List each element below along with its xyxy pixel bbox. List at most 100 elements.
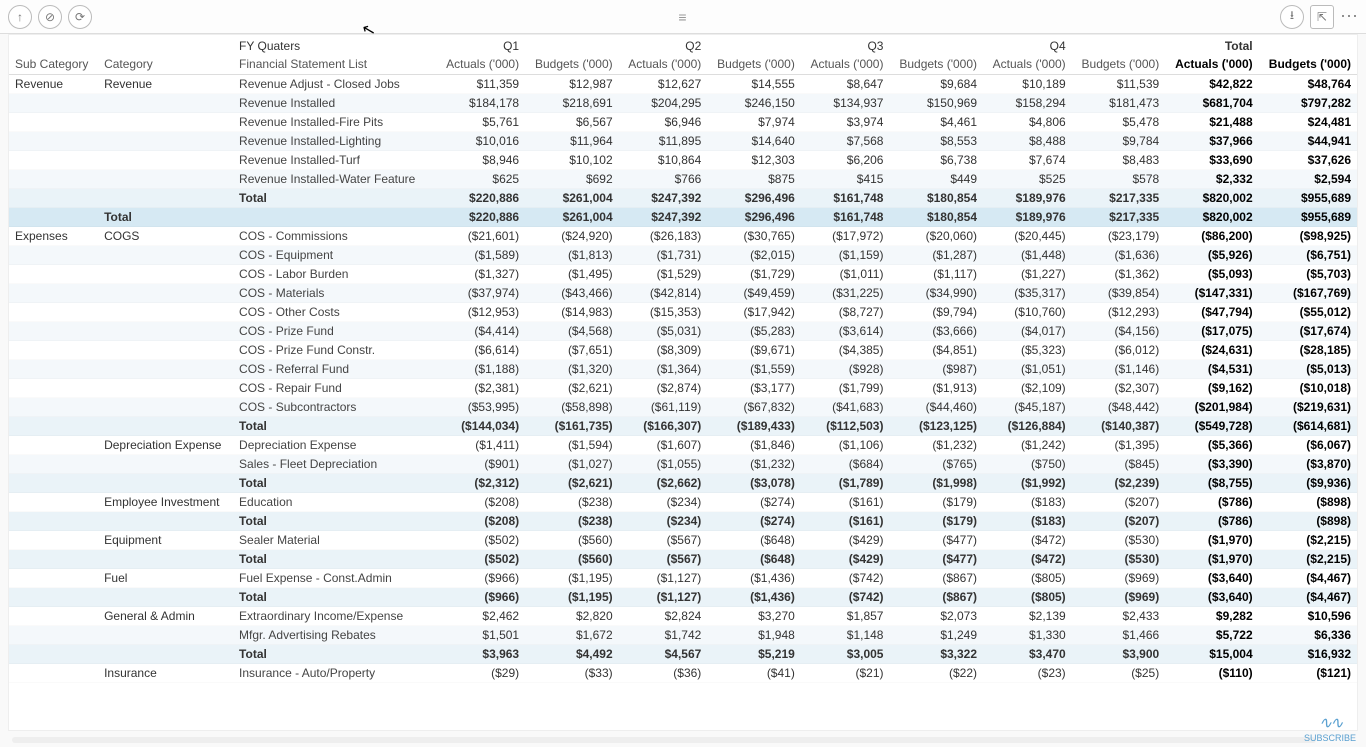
table-row[interactable]: Revenue Installed-Lighting$10,016$11,964… — [9, 132, 1357, 151]
value-cell: $1,466 — [1072, 626, 1166, 645]
value-cell: $1,948 — [707, 626, 801, 645]
value-cell: ($274) — [707, 493, 801, 512]
category-total-row[interactable]: Total($966)($1,195)($1,127)($1,436)($742… — [9, 588, 1357, 607]
value-cell: ($1,913) — [889, 379, 983, 398]
q3-label: Q3 — [801, 35, 890, 55]
refresh-icon[interactable]: ⟳ — [68, 5, 92, 29]
value-cell: $955,689 — [1259, 189, 1357, 208]
value-cell: ($805) — [983, 569, 1072, 588]
more-icon[interactable]: ⋯ — [1340, 6, 1358, 27]
total-label-cell: Total — [233, 189, 436, 208]
value-cell: ($42,814) — [619, 284, 708, 303]
table-row[interactable]: Depreciation ExpenseDepreciation Expense… — [9, 436, 1357, 455]
value-cell: ($25) — [1072, 664, 1166, 683]
table-row[interactable]: Revenue Installed-Turf$8,946$10,102$10,8… — [9, 151, 1357, 170]
category-cell — [98, 303, 233, 322]
table-row[interactable]: Revenue Installed-Fire Pits$5,761$6,567$… — [9, 113, 1357, 132]
table-row[interactable]: Revenue Installed$184,178$218,691$204,29… — [9, 94, 1357, 113]
download-icon[interactable]: ⭳ — [1280, 5, 1304, 29]
value-cell: ($167,769) — [1259, 284, 1357, 303]
category-cell — [98, 322, 233, 341]
total-label-cell: Total — [98, 208, 233, 227]
col-q1-budgets[interactable]: Budgets ('000) — [525, 55, 619, 75]
value-cell: ($41) — [707, 664, 801, 683]
table-row[interactable]: EquipmentSealer Material($502)($560)($56… — [9, 531, 1357, 550]
table-row[interactable]: General & AdminExtraordinary Income/Expe… — [9, 607, 1357, 626]
back-icon[interactable]: ⊘ — [38, 5, 62, 29]
value-cell: ($5,031) — [619, 322, 708, 341]
table-row[interactable]: COS - Subcontractors($53,995)($58,898)($… — [9, 398, 1357, 417]
drag-handle-icon[interactable]: ≡ — [678, 9, 687, 25]
value-cell: $4,567 — [619, 645, 708, 664]
up-icon[interactable]: ↑ — [8, 5, 32, 29]
table-row[interactable]: Mfgr. Advertising Rebates$1,501$1,672$1,… — [9, 626, 1357, 645]
table-row[interactable]: Employee InvestmentEducation($208)($238)… — [9, 493, 1357, 512]
table-row[interactable]: COS - Labor Burden($1,327)($1,495)($1,52… — [9, 265, 1357, 284]
col-q4-budgets[interactable]: Budgets ('000) — [1072, 55, 1166, 75]
category-total-row[interactable]: Total($144,034)($161,735)($166,307)($189… — [9, 417, 1357, 436]
table-row[interactable]: InsuranceInsurance - Auto/Property($29)(… — [9, 664, 1357, 683]
col-category[interactable]: Category — [98, 55, 233, 75]
table-row[interactable]: COS - Prize Fund($4,414)($4,568)($5,031)… — [9, 322, 1357, 341]
col-q4-actuals[interactable]: Actuals ('000) — [983, 55, 1072, 75]
value-cell: ($112,503) — [801, 417, 890, 436]
table-row[interactable]: COS - Repair Fund($2,381)($2,621)($2,874… — [9, 379, 1357, 398]
value-cell: ($4,017) — [983, 322, 1072, 341]
value-cell: ($1,495) — [525, 265, 619, 284]
subscribe-badge[interactable]: ∿∿ SUBSCRIBE — [1304, 713, 1356, 743]
value-cell: $2,073 — [889, 607, 983, 626]
value-cell: $3,322 — [889, 645, 983, 664]
table-row[interactable]: COS - Prize Fund Constr.($6,614)($7,651)… — [9, 341, 1357, 360]
report-viewport[interactable]: FY Quaters Q1 Q2 Q3 Q4 Total Sub Categor… — [8, 34, 1358, 731]
col-sub-category[interactable]: Sub Category — [9, 55, 98, 75]
line-item-cell: COS - Other Costs — [233, 303, 436, 322]
value-cell: ($1,799) — [801, 379, 890, 398]
q2-label: Q2 — [619, 35, 708, 55]
category-total-row[interactable]: Total$220,886$261,004$247,392$296,496$16… — [9, 189, 1357, 208]
value-cell: $8,647 — [801, 75, 890, 94]
value-cell: ($477) — [889, 531, 983, 550]
q1-label: Q1 — [436, 35, 525, 55]
sub-category-cell — [9, 360, 98, 379]
value-cell: $2,594 — [1259, 170, 1357, 189]
value-cell: ($567) — [619, 531, 708, 550]
value-cell: $3,900 — [1072, 645, 1166, 664]
col-q1-actuals[interactable]: Actuals ('000) — [436, 55, 525, 75]
col-total-budgets[interactable]: Budgets ('000) — [1259, 55, 1357, 75]
table-row[interactable]: RevenueRevenueRevenue Adjust - Closed Jo… — [9, 75, 1357, 94]
table-row[interactable]: FuelFuel Expense - Const.Admin($966)($1,… — [9, 569, 1357, 588]
table-row[interactable]: COS - Referral Fund($1,188)($1,320)($1,3… — [9, 360, 1357, 379]
col-q3-actuals[interactable]: Actuals ('000) — [801, 55, 890, 75]
col-q2-actuals[interactable]: Actuals ('000) — [619, 55, 708, 75]
table-row[interactable]: Sales - Fleet Depreciation($901)($1,027)… — [9, 455, 1357, 474]
col-q2-budgets[interactable]: Budgets ('000) — [707, 55, 801, 75]
value-cell: ($1,970) — [1165, 550, 1258, 569]
category-total-row[interactable]: Total($208)($238)($234)($274)($161)($179… — [9, 512, 1357, 531]
table-row[interactable]: COS - Other Costs($12,953)($14,983)($15,… — [9, 303, 1357, 322]
value-cell: $12,303 — [707, 151, 801, 170]
category-total-row[interactable]: Total($2,312)($2,621)($2,662)($3,078)($1… — [9, 474, 1357, 493]
value-cell: ($3,870) — [1259, 455, 1357, 474]
popout-icon[interactable]: ⇱ — [1310, 5, 1334, 29]
table-row[interactable]: COS - Materials($37,974)($43,466)($42,81… — [9, 284, 1357, 303]
value-cell: $5,478 — [1072, 113, 1166, 132]
sub-total-row[interactable]: Total$220,886$261,004$247,392$296,496$16… — [9, 208, 1357, 227]
value-cell: ($477) — [889, 550, 983, 569]
category-total-row[interactable]: Total$3,963$4,492$4,567$5,219$3,005$3,32… — [9, 645, 1357, 664]
value-cell: ($4,531) — [1165, 360, 1258, 379]
col-q3-budgets[interactable]: Budgets ('000) — [889, 55, 983, 75]
value-cell: ($208) — [436, 512, 525, 531]
table-row[interactable]: Revenue Installed-Water Feature$625$692$… — [9, 170, 1357, 189]
col-financial-list[interactable]: Financial Statement List — [233, 55, 436, 75]
category-cell — [98, 132, 233, 151]
col-total-actuals[interactable]: Actuals ('000) — [1165, 55, 1258, 75]
value-cell: ($1,027) — [525, 455, 619, 474]
category-cell: Revenue — [98, 75, 233, 94]
value-cell: ($1,127) — [619, 569, 708, 588]
value-cell: ($750) — [983, 455, 1072, 474]
value-cell: ($35,317) — [983, 284, 1072, 303]
category-total-row[interactable]: Total($502)($560)($567)($648)($429)($477… — [9, 550, 1357, 569]
table-row[interactable]: COS - Equipment($1,589)($1,813)($1,731)(… — [9, 246, 1357, 265]
horizontal-scrollbar[interactable] — [12, 737, 1316, 743]
table-row[interactable]: ExpensesCOGSCOS - Commissions($21,601)($… — [9, 227, 1357, 246]
